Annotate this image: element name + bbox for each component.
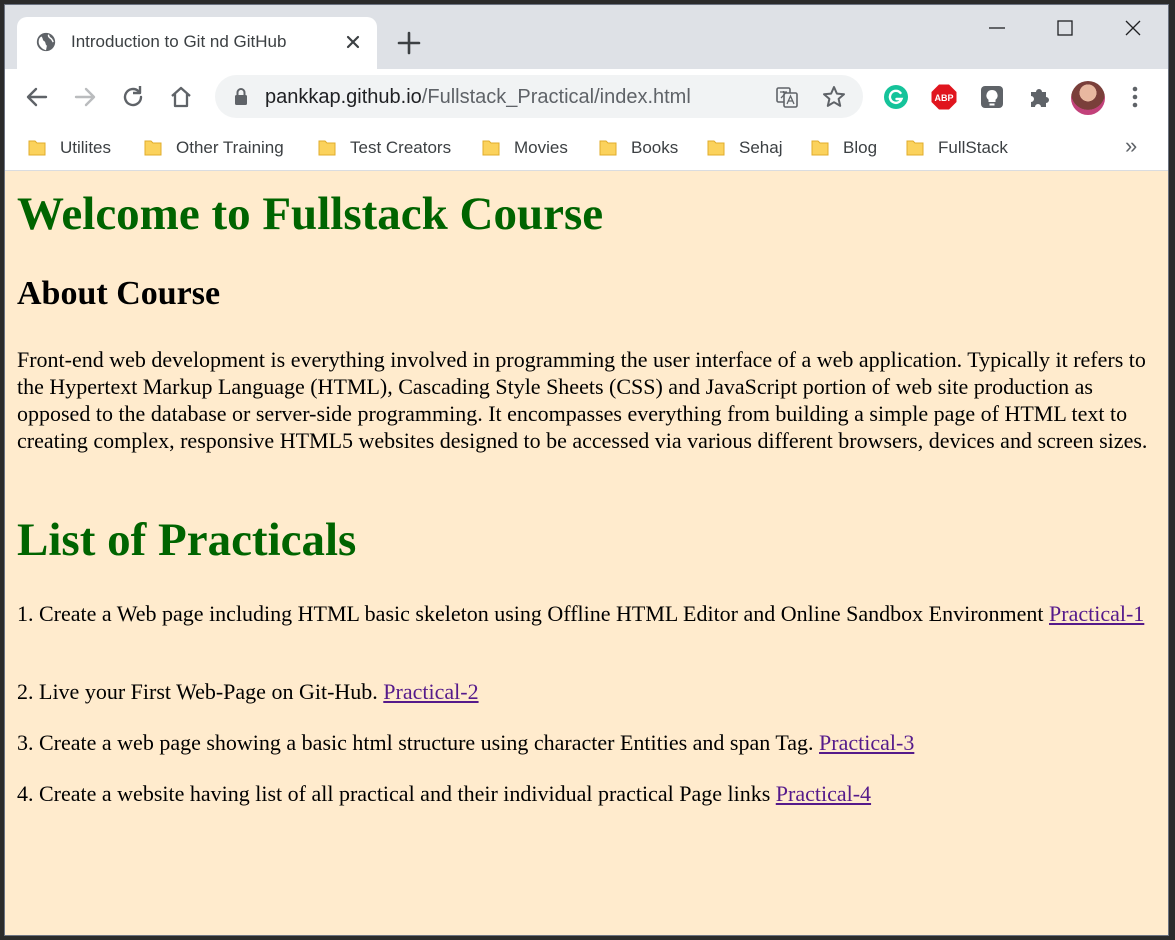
bookmark-label: Test Creators [350,138,452,157]
tab-title: Introduction to Git nd GitHub [71,32,287,51]
folder-icon [811,140,829,156]
bookmarks-bar: Utilites Other Training Test Creators Mo… [5,125,1168,171]
abp-label: ABP [934,93,953,103]
bookmark-label: FullStack [938,138,1008,157]
translate-icon[interactable] [775,85,799,109]
practicals-heading: List of Practicals [17,514,357,566]
window-close-icon[interactable] [1113,13,1153,43]
lightbulb-icon[interactable] [978,83,1006,111]
url-text[interactable]: pankkap.github.io/Fullstack_Practical/in… [265,86,691,109]
page-viewport: Welcome to Fullstack Course About Course… [5,171,1168,935]
profile-avatar[interactable] [1071,81,1105,115]
practical-text: 1. Create a Web page including HTML basi… [17,601,1044,626]
adblock-plus-icon[interactable]: ABP [930,83,958,111]
folder-icon [318,140,336,156]
page-title: Welcome to Fullstack Course [17,188,604,240]
practical-item: 2. Live your First Web-Page on Git-Hub. … [17,678,1157,705]
about-paragraph: Front-end web development is everything … [17,347,1148,453]
active-tab[interactable]: Introduction to Git nd GitHub [17,17,377,69]
about-heading: About Course [17,275,221,312]
bookmark-books[interactable]: Books [598,135,678,161]
bookmark-test-creators[interactable]: Test Creators [317,135,451,161]
folder-icon [482,140,500,156]
practical-2-link[interactable]: Practical-2 [383,679,478,704]
practical-1-link[interactable]: Practical-1 [1049,601,1144,626]
bookmark-label: Utilites [60,138,112,157]
bookmark-other-training[interactable]: Other Training [143,135,284,161]
browser-window: Introduction to Git nd GitHub pankkap.gi… [4,4,1169,936]
close-tab-icon[interactable] [341,30,365,54]
minimize-icon[interactable] [977,13,1017,43]
bookmark-utilites[interactable]: Utilites [27,135,111,161]
bookmark-label: Blog [843,138,878,157]
more-options-icon[interactable] [1123,83,1147,111]
folder-icon [906,140,924,156]
url-path: /Fullstack_Practical/index.html [421,86,691,108]
url-host: pankkap.github.io [265,86,422,108]
folder-icon [599,140,617,156]
bookmark-blog[interactable]: Blog [810,135,877,161]
forward-arrow-icon[interactable] [71,83,99,111]
practical-4-link[interactable]: Practical-4 [776,781,871,806]
bookmark-label: Other Training [176,138,284,157]
folder-icon [144,140,162,156]
bookmark-fullstack[interactable]: FullStack [905,135,1008,161]
lock-icon[interactable] [233,87,249,106]
reload-icon[interactable] [119,83,147,111]
bookmark-star-icon[interactable] [821,84,847,110]
bookmark-label: Sehaj [739,138,783,157]
practical-item: 3. Create a web page showing a basic htm… [17,729,1157,756]
bookmarks-overflow-button[interactable]: » [1125,133,1137,159]
practical-text: 4. Create a website having list of all p… [17,781,771,806]
bookmark-label: Movies [514,138,568,157]
address-bar[interactable]: pankkap.github.io/Fullstack_Practical/in… [215,75,863,118]
folder-icon [707,140,725,156]
practical-3-link[interactable]: Practical-3 [819,730,914,755]
tab-strip: Introduction to Git nd GitHub [5,5,1168,69]
grammarly-icon[interactable] [882,83,910,111]
maximize-icon[interactable] [1045,13,1085,43]
home-icon[interactable] [167,83,195,111]
folder-icon [28,140,46,156]
new-tab-icon[interactable] [395,29,423,57]
practical-item: 4. Create a website having list of all p… [17,780,1157,807]
bookmark-sehaj[interactable]: Sehaj [706,135,782,161]
back-arrow-icon[interactable] [23,83,51,111]
bookmark-label: Books [631,138,679,157]
extensions-puzzle-icon[interactable] [1026,83,1054,111]
practical-text: 3. Create a web page showing a basic htm… [17,730,814,755]
practical-text: 2. Live your First Web-Page on Git-Hub. [17,679,378,704]
browser-toolbar: pankkap.github.io/Fullstack_Practical/in… [5,69,1168,125]
practical-item: 1. Create a Web page including HTML basi… [17,600,1157,627]
globe-icon [36,32,56,52]
bookmark-movies[interactable]: Movies [481,135,568,161]
